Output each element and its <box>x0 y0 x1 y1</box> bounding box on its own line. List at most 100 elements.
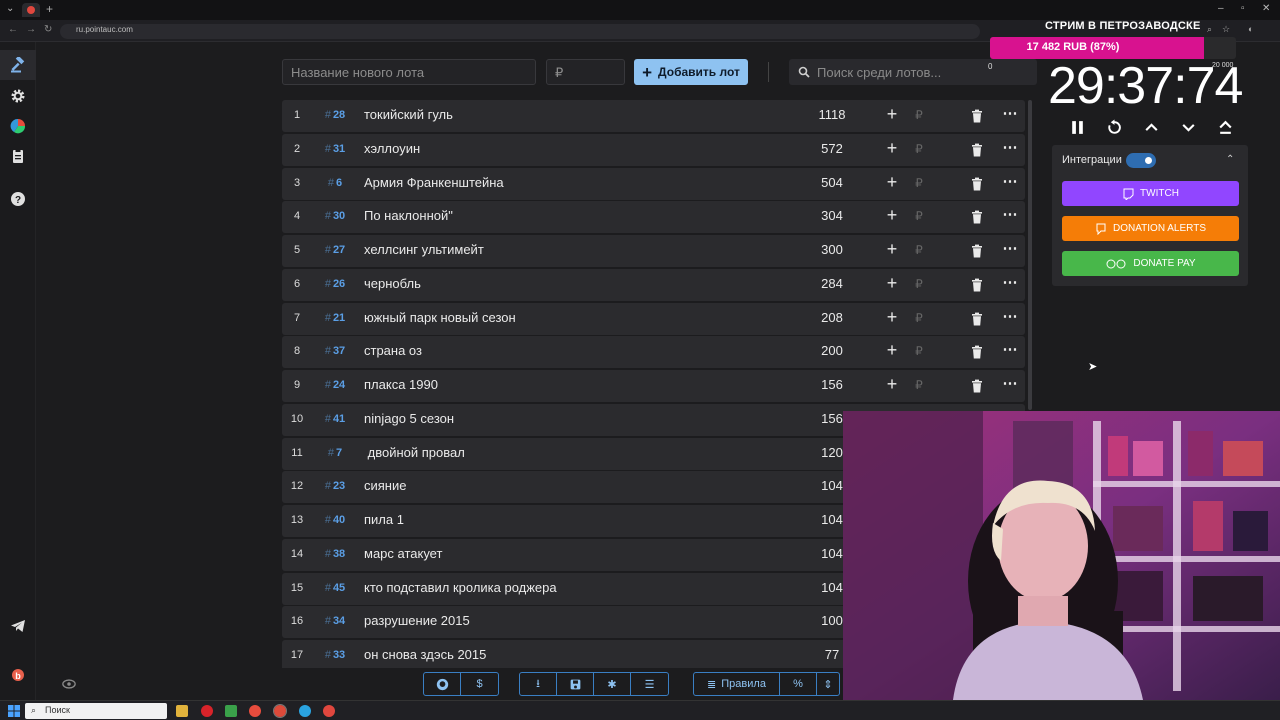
browser-tab[interactable] <box>22 3 40 17</box>
add-amount-icon[interactable]: + <box>882 239 902 260</box>
lot-id[interactable]: #33 <box>318 649 352 661</box>
price-input[interactable] <box>546 59 625 85</box>
ruble-icon[interactable]: ₽ <box>912 378 926 392</box>
more-options-icon[interactable]: ⋯ <box>1000 239 1020 257</box>
more-options-icon[interactable]: ⋯ <box>1000 104 1020 122</box>
tab-menu-icon[interactable]: ⌄ <box>6 3 14 14</box>
add-amount-icon[interactable]: + <box>882 273 902 294</box>
close-icon[interactable]: ✕ <box>1262 3 1270 14</box>
address-bar[interactable]: ru.pointauc.com <box>60 24 980 39</box>
lot-amount[interactable]: 156 <box>802 377 862 392</box>
lot-name[interactable]: он снова здэсь 2015 <box>364 647 486 662</box>
lot-name[interactable]: хэллоуин <box>364 141 420 156</box>
maximize-icon[interactable]: ▫ <box>1241 3 1245 14</box>
lot-name[interactable]: чернобль <box>364 276 421 291</box>
timer-down-button[interactable] <box>1178 117 1198 137</box>
lot-id[interactable]: #31 <box>318 143 352 155</box>
download-button[interactable]: ⭳ <box>520 673 557 695</box>
telegram-app-icon[interactable] <box>299 705 311 717</box>
lot-name[interactable]: сияние <box>364 478 406 493</box>
integrations-toggle[interactable] <box>1126 153 1156 168</box>
ruble-icon[interactable]: ₽ <box>912 209 926 223</box>
lot-id[interactable]: #7 <box>318 447 352 459</box>
extra-button[interactable]: ⇕ <box>817 673 839 695</box>
bookmark-star-icon[interactable]: ☆ <box>1222 24 1230 35</box>
windows-start-icon[interactable] <box>8 705 20 717</box>
trash-icon[interactable] <box>970 379 984 393</box>
sidebar-item-telegram[interactable] <box>0 611 36 641</box>
search-input[interactable] <box>817 59 987 85</box>
lot-amount[interactable]: 300 <box>802 242 862 257</box>
sidebar-item-settings[interactable] <box>0 81 36 111</box>
sidebar-item-donate[interactable]: b <box>0 659 36 689</box>
lot-amount[interactable]: 1118 <box>802 107 862 122</box>
back-icon[interactable]: ← <box>8 24 18 35</box>
ruble-icon[interactable]: ₽ <box>912 176 926 190</box>
lot-id[interactable]: #38 <box>318 548 352 560</box>
ruble-icon[interactable]: ₽ <box>912 311 926 325</box>
trash-icon[interactable] <box>970 312 984 326</box>
lot-name[interactable]: разрушение 2015 <box>364 613 470 628</box>
minimize-icon[interactable]: – <box>1218 3 1224 14</box>
lot-amount[interactable]: 504 <box>802 175 862 190</box>
clear-list-button[interactable]: ☰ <box>631 673 668 695</box>
lot-name[interactable]: токийский гуль <box>364 107 453 122</box>
lot-row[interactable]: 2 #31 хэллоуин 572 + ₽ ⋯ <box>282 133 1025 166</box>
pause-button[interactable] <box>1067 117 1087 137</box>
obs-icon[interactable] <box>323 705 335 717</box>
forward-icon[interactable]: → <box>26 24 36 35</box>
trash-icon[interactable] <box>970 345 984 359</box>
lot-id[interactable]: #27 <box>318 244 352 256</box>
lot-id[interactable]: #23 <box>318 480 352 492</box>
lot-amount[interactable]: 304 <box>802 208 862 223</box>
lot-id[interactable]: #40 <box>318 514 352 526</box>
lot-name[interactable]: южный парк новый сезон <box>364 310 516 325</box>
lot-row[interactable]: 9 #24 плакса 1990 156 + ₽ ⋯ <box>282 370 1025 402</box>
github-button[interactable] <box>424 673 461 695</box>
trash-icon[interactable] <box>970 210 984 224</box>
lot-amount[interactable]: 284 <box>802 276 862 291</box>
twitch-button[interactable]: TWITCH <box>1062 181 1239 206</box>
add-amount-icon[interactable]: + <box>882 205 902 226</box>
file-explorer-icon[interactable] <box>176 705 188 717</box>
chrome-icon[interactable] <box>249 705 261 717</box>
chrome-active-icon[interactable] <box>273 704 287 718</box>
lot-name[interactable]: страна оз <box>364 343 422 358</box>
add-amount-icon[interactable]: + <box>882 138 902 159</box>
lot-id[interactable]: #26 <box>318 278 352 290</box>
lot-id[interactable]: #28 <box>318 109 352 121</box>
lot-row[interactable]: 7 #21 южный парк новый сезон 208 + ₽ ⋯ <box>282 302 1025 335</box>
lot-id[interactable]: #21 <box>318 312 352 324</box>
more-options-icon[interactable]: ⋯ <box>1000 138 1020 156</box>
lot-name[interactable]: Армия Франкенштейна <box>364 175 504 190</box>
sidebar-item-auction[interactable] <box>0 50 36 80</box>
taskbar-search[interactable]: ⌕ Поиск <box>25 703 167 719</box>
lot-row[interactable]: 6 #26 чернобль 284 + ₽ ⋯ <box>282 268 1025 301</box>
lot-amount[interactable]: 572 <box>802 141 862 156</box>
percent-button[interactable]: % <box>780 673 817 695</box>
add-amount-icon[interactable]: + <box>882 172 902 193</box>
lot-id[interactable]: #37 <box>318 345 352 357</box>
trash-icon[interactable] <box>970 143 984 157</box>
timer-double-up-button[interactable] <box>1215 117 1235 137</box>
lot-name[interactable]: марс атакует <box>364 546 442 561</box>
lot-row[interactable]: 5 #27 хеллсинг ультимейт 300 + ₽ ⋯ <box>282 235 1025 267</box>
sidebar-item-stats[interactable] <box>0 111 36 141</box>
lot-row[interactable]: 4 #30 По наклонной" 304 + ₽ ⋯ <box>282 201 1025 234</box>
lot-name[interactable]: кто подставил кролика роджера <box>364 580 557 595</box>
ruble-icon[interactable]: ₽ <box>912 277 926 291</box>
sidebar-item-help[interactable]: ? <box>0 184 36 214</box>
lot-name[interactable]: плакса 1990 <box>364 377 438 392</box>
rules-button[interactable]: ≣ Правила <box>694 673 780 695</box>
lot-id[interactable]: #30 <box>318 210 352 222</box>
sidebar-item-history[interactable] <box>0 141 36 171</box>
add-amount-icon[interactable]: + <box>882 104 902 125</box>
more-options-icon[interactable]: ⋯ <box>1000 205 1020 223</box>
lot-name[interactable]: По наклонной" <box>364 208 453 223</box>
add-amount-icon[interactable]: + <box>882 307 902 328</box>
extension-icon[interactable]: ◐ <box>1248 24 1253 34</box>
trash-icon[interactable] <box>970 244 984 258</box>
ruble-icon[interactable]: ₽ <box>912 108 926 122</box>
lot-amount[interactable]: 200 <box>802 343 862 358</box>
bug-report-button[interactable]: ✱ <box>594 673 631 695</box>
